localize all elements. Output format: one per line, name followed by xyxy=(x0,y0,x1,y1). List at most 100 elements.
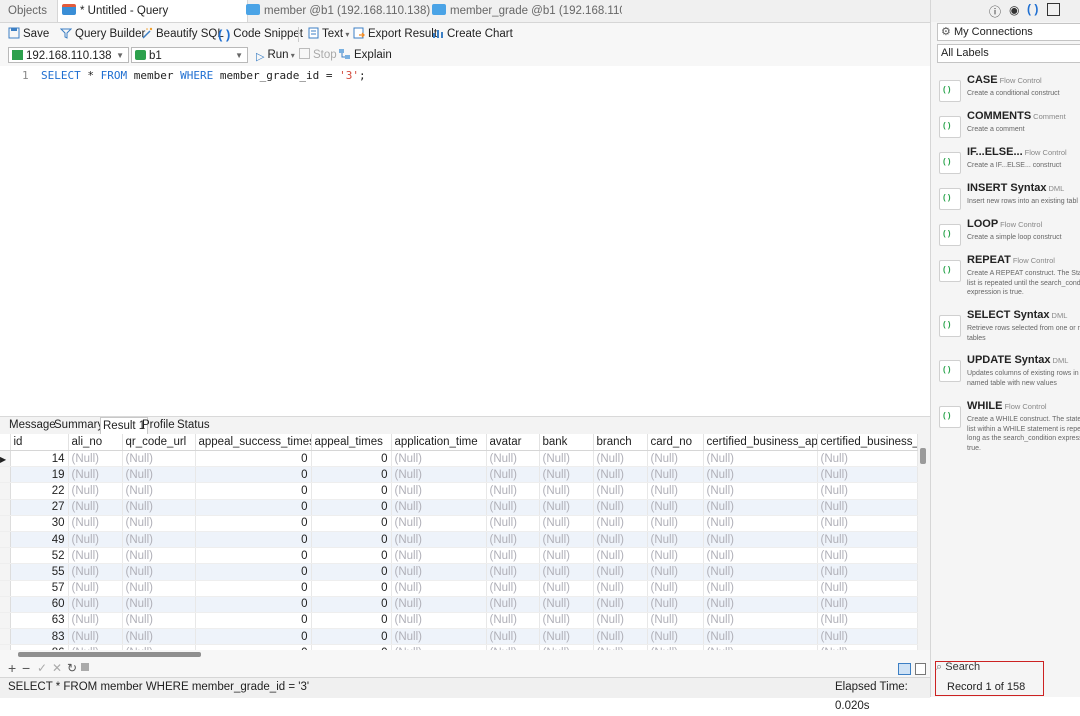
table-cell[interactable]: (Null) xyxy=(647,450,704,468)
table-row[interactable]: 57 (Null) (Null) 0 0 (Null) (Null) (Null) (Null)… xyxy=(0,580,918,597)
table-cell[interactable]: (Null) xyxy=(486,596,540,613)
table-cell[interactable]: (Null) xyxy=(539,499,594,516)
table-cell[interactable]: (Null) xyxy=(486,450,540,468)
table-cell[interactable]: (Null) xyxy=(391,547,487,565)
table-cell[interactable]: (Null) xyxy=(539,563,594,581)
table-cell[interactable]: (Null) xyxy=(593,628,648,646)
table-cell[interactable]: (Null) xyxy=(68,499,123,516)
table-row[interactable]: ▶ 14 (Null) (Null) 0 0 (Null) (Null) (Null) (Null… xyxy=(0,450,918,468)
table-cell[interactable]: (Null) xyxy=(539,596,594,613)
table-cell[interactable]: (Null) xyxy=(122,499,196,516)
table-cell[interactable]: 22 xyxy=(10,482,69,500)
row-indicator[interactable] xyxy=(0,499,11,516)
row-indicator[interactable] xyxy=(0,547,11,565)
table-cell[interactable]: (Null) xyxy=(817,628,918,646)
table-cell[interactable]: (Null) xyxy=(68,563,123,581)
table-cell[interactable]: 0 xyxy=(311,515,392,532)
table-cell[interactable]: (Null) xyxy=(647,628,704,646)
table-cell[interactable]: (Null) xyxy=(486,563,540,581)
table-row[interactable]: 49 (Null) (Null) 0 0 (Null) (Null) (Null) (Null)… xyxy=(0,531,918,549)
table-cell[interactable]: (Null) xyxy=(486,482,540,500)
labels-select[interactable]: All Labels xyxy=(937,44,1080,63)
tab-status[interactable]: Status xyxy=(177,419,210,431)
table-cell[interactable]: (Null) xyxy=(539,450,594,468)
table-cell[interactable]: (Null) xyxy=(539,628,594,646)
table-cell[interactable]: (Null) xyxy=(486,531,540,549)
table-cell[interactable]: (Null) xyxy=(703,563,818,581)
table-cell[interactable]: (Null) xyxy=(593,612,648,630)
table-cell[interactable]: (Null) xyxy=(593,531,648,549)
run-button[interactable]: ▷ Run ▾ xyxy=(256,47,295,64)
create-chart-button[interactable]: Create Chart xyxy=(432,26,513,43)
table-cell[interactable]: (Null) xyxy=(817,466,918,484)
table-cell[interactable]: (Null) xyxy=(122,450,196,468)
table-cell[interactable]: (Null) xyxy=(647,466,704,484)
column-header[interactable]: certified_business_chec xyxy=(817,434,918,451)
table-row[interactable]: 30 (Null) (Null) 0 0 (Null) (Null) (Null) (Null)… xyxy=(0,515,918,532)
table-cell[interactable]: 60 xyxy=(10,596,69,613)
refresh-icon[interactable]: ↻ xyxy=(67,661,77,675)
explain-button[interactable]: Explain xyxy=(338,47,392,64)
table-cell[interactable]: (Null) xyxy=(68,531,123,549)
table-cell[interactable]: (Null) xyxy=(593,482,648,500)
table-cell[interactable]: 14 xyxy=(10,450,69,468)
export-result-button[interactable]: Export Result xyxy=(353,26,437,43)
table-cell[interactable]: (Null) xyxy=(593,515,648,532)
stop-icon[interactable] xyxy=(81,663,89,671)
table-cell[interactable]: (Null) xyxy=(539,580,594,597)
tab-summary[interactable]: Summary xyxy=(54,419,103,431)
table-cell[interactable]: 0 xyxy=(311,547,392,565)
connections-select[interactable]: ⚙ My Connections xyxy=(937,23,1080,41)
table-cell[interactable]: (Null) xyxy=(817,450,918,468)
table-cell[interactable]: 27 xyxy=(10,499,69,516)
table-cell[interactable]: (Null) xyxy=(391,515,487,532)
sql-editor[interactable]: 1 SELECT * FROM member WHERE member_grad… xyxy=(0,66,930,413)
table-cell[interactable]: (Null) xyxy=(486,628,540,646)
table-cell[interactable]: (Null) xyxy=(817,580,918,597)
table-row[interactable]: 19 (Null) (Null) 0 0 (Null) (Null) (Null) (Null)… xyxy=(0,466,918,484)
table-cell[interactable]: (Null) xyxy=(703,628,818,646)
tab-result-1[interactable]: Result 1 xyxy=(100,417,149,434)
table-cell[interactable]: 0 xyxy=(195,628,312,646)
table-cell[interactable]: (Null) xyxy=(817,563,918,581)
delete-record-icon[interactable]: − xyxy=(22,660,30,676)
row-indicator[interactable] xyxy=(0,580,11,597)
table-cell[interactable]: 0 xyxy=(311,563,392,581)
row-indicator[interactable] xyxy=(0,531,11,549)
table-cell[interactable]: (Null) xyxy=(703,547,818,565)
table-cell[interactable]: (Null) xyxy=(486,580,540,597)
table-cell[interactable]: 19 xyxy=(10,466,69,484)
table-cell[interactable]: (Null) xyxy=(122,531,196,549)
preview-icon[interactable]: ◉ xyxy=(1009,3,1019,17)
table-cell[interactable]: (Null) xyxy=(703,515,818,532)
column-header[interactable]: id xyxy=(10,434,69,451)
column-header[interactable]: avatar xyxy=(486,434,540,451)
table-cell[interactable]: (Null) xyxy=(703,612,818,630)
tab-message[interactable]: Message xyxy=(9,419,56,431)
table-cell[interactable]: (Null) xyxy=(68,466,123,484)
table-cell[interactable]: 0 xyxy=(311,596,392,613)
table-cell[interactable]: (Null) xyxy=(391,628,487,646)
table-cell[interactable]: (Null) xyxy=(817,515,918,532)
table-cell[interactable]: 63 xyxy=(10,612,69,630)
tab-member-grade-table[interactable]: member_grade @b1 (192.168.110.1... xyxy=(430,0,622,22)
table-cell[interactable]: 30 xyxy=(10,515,69,532)
code-snippet-button[interactable]: ( ) Code Snippet xyxy=(218,26,303,43)
table-cell[interactable]: (Null) xyxy=(68,580,123,597)
table-row[interactable]: 52 (Null) (Null) 0 0 (Null) (Null) (Null) (Null)… xyxy=(0,547,918,565)
table-cell[interactable]: (Null) xyxy=(647,499,704,516)
table-row[interactable]: 60 (Null) (Null) 0 0 (Null) (Null) (Null) (Null)… xyxy=(0,596,918,613)
add-record-icon[interactable]: + xyxy=(8,660,16,676)
column-header[interactable]: bank xyxy=(539,434,594,451)
table-cell[interactable]: 0 xyxy=(311,531,392,549)
horizontal-scrollbar-thumb[interactable] xyxy=(18,652,201,657)
table-cell[interactable]: (Null) xyxy=(122,580,196,597)
table-cell[interactable]: 0 xyxy=(195,531,312,549)
table-cell[interactable]: (Null) xyxy=(122,563,196,581)
table-cell[interactable]: 0 xyxy=(311,466,392,484)
table-row[interactable]: 63 (Null) (Null) 0 0 (Null) (Null) (Null) (Null)… xyxy=(0,612,918,630)
tab-profile[interactable]: Profile xyxy=(142,419,175,431)
stop-button[interactable]: Stop xyxy=(299,47,337,64)
sql-line[interactable]: SELECT * FROM member WHERE member_grade_… xyxy=(41,69,366,82)
row-indicator[interactable] xyxy=(0,515,11,532)
